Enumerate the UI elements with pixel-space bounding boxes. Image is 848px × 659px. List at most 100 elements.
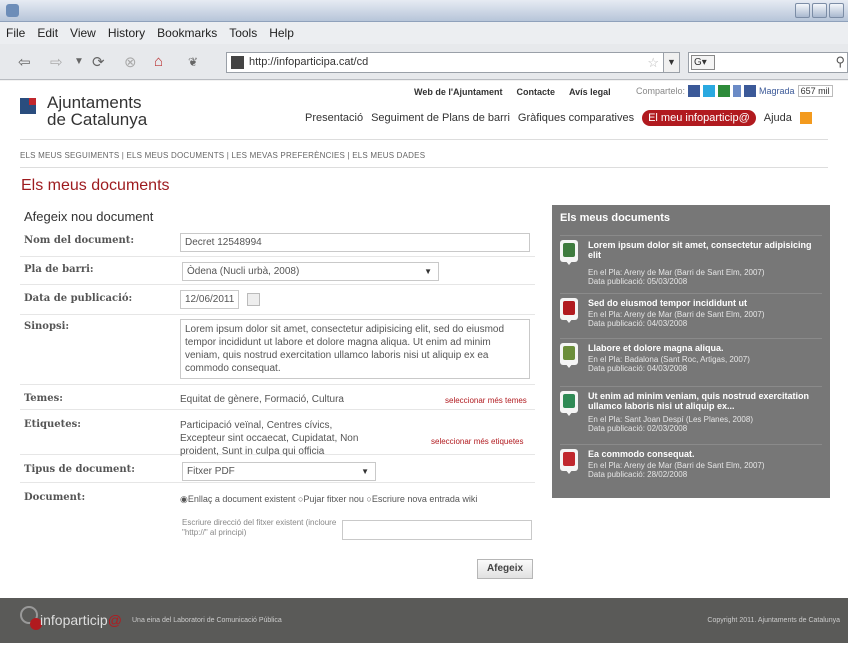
url-dropdown-icon[interactable]: ▼ <box>664 52 680 73</box>
document-title[interactable]: Ut enim ad minim veniam, quis nostrud ex… <box>588 391 822 411</box>
list-item[interactable]: Sed do eiusmod tempor incididunt ut En e… <box>560 293 822 338</box>
radio-existing-label[interactable]: Enllaç a document existent <box>188 494 296 504</box>
digg-icon[interactable] <box>733 85 742 97</box>
share-icon[interactable] <box>718 85 731 97</box>
share-bar: Compartelo: Magrada 657 mil <box>636 85 833 97</box>
document-icon <box>560 343 578 368</box>
menu-bookmarks[interactable]: Bookmarks <box>157 26 217 40</box>
document-name-input[interactable]: Decret 12548994 <box>180 233 530 252</box>
search-icon[interactable]: ⚲ <box>835 54 845 70</box>
nav-presentacio[interactable]: Presentació <box>305 112 363 124</box>
document-icon-fill <box>563 452 575 466</box>
document-plan: En el Pla: Areny de Mar (Barri de Sant E… <box>588 461 765 470</box>
document-title[interactable]: Ea commodo consequat. <box>588 449 822 459</box>
select-more-temes-link[interactable]: seleccionar més temes <box>445 396 527 405</box>
window-controls <box>795 3 844 18</box>
document-date: Data publicació: 28/02/2008 <box>588 470 688 479</box>
maximize-icon[interactable] <box>812 3 827 18</box>
row-document: Document: ◉Enllaç a document existent ○P… <box>20 483 535 549</box>
page-title: Els meus documents <box>21 177 170 194</box>
nav-seguiment[interactable]: Seguiment de Plans de barri <box>371 112 510 124</box>
close-icon[interactable] <box>829 3 844 18</box>
row-tipus: Tipus de document: Fitxer PDF <box>20 455 535 483</box>
document-title[interactable]: Llabore et dolore magna aliqua. <box>588 343 822 353</box>
document-date: Data publicació: 05/03/2008 <box>588 277 688 286</box>
sinopsi-label: Sinopsi: <box>24 321 70 332</box>
document-title[interactable]: Lorem ipsum dolor sit amet, consectetur … <box>588 240 822 260</box>
twitter-icon[interactable] <box>703 85 716 97</box>
star-icon[interactable]: ☆ <box>647 53 659 72</box>
history-dropdown-icon[interactable]: ▼ <box>74 56 84 67</box>
row-pla: Pla de barri: Òdena (Nucli urbà, 2008) <box>20 257 535 285</box>
minimize-icon[interactable] <box>795 3 810 18</box>
search-input[interactable]: G▾ ⚲ <box>688 52 848 73</box>
like-count: 657 mil <box>797 85 833 97</box>
calendar-icon[interactable] <box>247 293 260 306</box>
menu-bar: File Edit View History Bookmarks Tools H… <box>0 22 848 44</box>
document-plan: En el Pla: Areny de Mar (Barri de Sant E… <box>588 310 765 319</box>
menu-edit[interactable]: Edit <box>37 26 58 40</box>
sinopsi-textarea[interactable]: Lorem ipsum dolor sit amet, consectetur … <box>180 319 530 379</box>
sub-nav[interactable]: ELS MEUS SEGUIMENTS | ELS MEUS DOCUMENTS… <box>20 151 425 160</box>
footer-tagline: Una eina del Laboratori de Comunicació P… <box>132 617 282 624</box>
document-url-input[interactable] <box>342 520 532 540</box>
my-documents-panel: Els meus documents Lorem ipsum dolor sit… <box>552 205 830 498</box>
nav-ajuda[interactable]: Ajuda <box>764 112 792 124</box>
rss-icon[interactable] <box>799 112 812 124</box>
radio-upload-label[interactable]: Pujar fitxer nou <box>303 494 364 504</box>
document-date: Data publicació: 04/03/2008 <box>588 319 688 328</box>
document-date: Data publicació: 04/03/2008 <box>588 364 688 373</box>
name-label: Nom del document: <box>24 235 135 246</box>
nav-grafiques[interactable]: Gràfiques comparatives <box>518 112 634 124</box>
pdf-document-icon <box>560 449 578 474</box>
temes-label: Temes: <box>24 393 63 404</box>
footer-copyright: Copyright 2011. Ajuntaments de Catalunya <box>707 617 840 624</box>
document-icon-fill <box>563 243 575 257</box>
document-title[interactable]: Sed do eiusmod tempor incididunt ut <box>588 298 822 308</box>
bookmark-icon[interactable]: ❦ <box>188 55 198 69</box>
publication-date-input[interactable]: 12/06/2011 <box>180 290 239 309</box>
list-item[interactable]: Ea commodo consequat. En el Pla: Areny d… <box>560 444 822 489</box>
subnav-divider <box>20 167 828 168</box>
search-engine-label: G <box>694 57 702 68</box>
reload-icon[interactable]: ⟳ <box>92 53 105 71</box>
tipus-document-select[interactable]: Fitxer PDF <box>182 462 376 481</box>
menu-tools[interactable]: Tools <box>229 26 257 40</box>
list-item[interactable]: Lorem ipsum dolor sit amet, consectetur … <box>560 235 822 293</box>
panel-title: Els meus documents <box>560 212 671 224</box>
menu-history[interactable]: History <box>108 26 145 40</box>
etiquetes-value: Participació veïnal, Centres cívics, Exc… <box>180 420 359 457</box>
afegeix-button[interactable]: Afegeix <box>477 559 533 579</box>
select-more-etiquetes-link[interactable]: seleccionar més etiquetes <box>431 437 524 446</box>
link-contacte[interactable]: Contacte <box>516 87 555 97</box>
forward-icon[interactable]: ⇨ <box>50 53 63 71</box>
url-input[interactable]: http://infoparticipa.cat/cd ☆ <box>226 52 664 73</box>
document-source-options: ◉Enllaç a document existent ○Pujar fitxe… <box>180 493 477 506</box>
back-icon[interactable]: ⇦ <box>18 53 31 71</box>
document-icon-fill <box>563 346 575 360</box>
link-avis-legal[interactable]: Avís legal <box>569 87 611 97</box>
menu-file[interactable]: File <box>6 26 25 40</box>
facebook-icon[interactable] <box>688 85 701 97</box>
pla-de-barri-select[interactable]: Òdena (Nucli urbà, 2008) <box>182 262 439 281</box>
window-titlebar <box>0 0 848 22</box>
footer-brand[interactable]: infoparticip@ <box>40 612 122 628</box>
nav-el-meu-infoparticipa[interactable]: El meu infoparticip@ <box>642 110 756 126</box>
like-icon[interactable] <box>744 85 757 97</box>
search-engine-selector[interactable]: G▾ <box>691 55 715 70</box>
logo-text-line2: de Catalunya <box>47 110 148 129</box>
share-label: Compartelo: <box>636 86 686 96</box>
radio-wiki-label[interactable]: Escriure nova entrada wiki <box>372 494 478 504</box>
list-item[interactable]: Llabore et dolore magna aliqua. En el Pl… <box>560 338 822 386</box>
list-item[interactable]: Ut enim ad minim veniam, quis nostrud ex… <box>560 386 822 444</box>
home-icon[interactable]: ⌂ <box>154 53 163 70</box>
link-web-ajuntament[interactable]: Web de l'Ajuntament <box>414 87 502 97</box>
site-favicon-icon <box>231 56 244 69</box>
navigation-toolbar: ⇦ ⇨ ▼ ⟳ ⊗ ⌂ ❦ http://infoparticipa.cat/c… <box>0 44 848 80</box>
stop-icon[interactable]: ⊗ <box>124 53 137 71</box>
menu-help[interactable]: Help <box>269 26 294 40</box>
like-label[interactable]: Magrada <box>759 86 795 96</box>
menu-view[interactable]: View <box>70 26 96 40</box>
radio-existing-icon[interactable]: ◉ <box>180 494 188 504</box>
row-sinopsi: Sinopsi: Lorem ipsum dolor sit amet, con… <box>20 315 535 385</box>
